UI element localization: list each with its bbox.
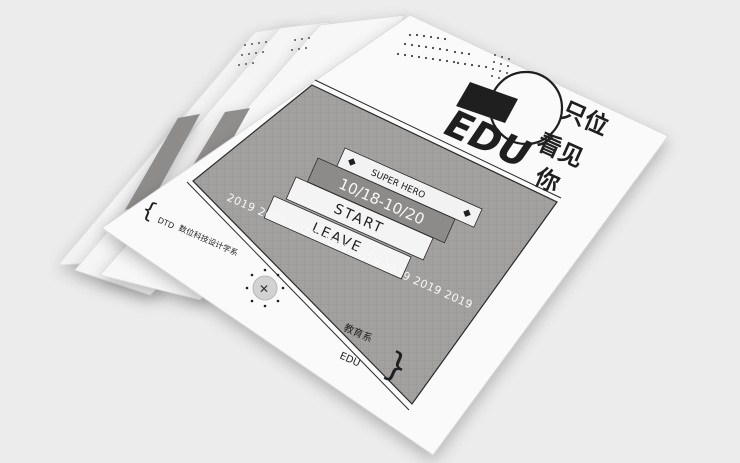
seal-icon: ✕: [259, 282, 269, 296]
brochure-mockup-scene: EDU 只位 看见 你 SUPER HERO 10/18-10/20 START…: [57, 14, 669, 456]
